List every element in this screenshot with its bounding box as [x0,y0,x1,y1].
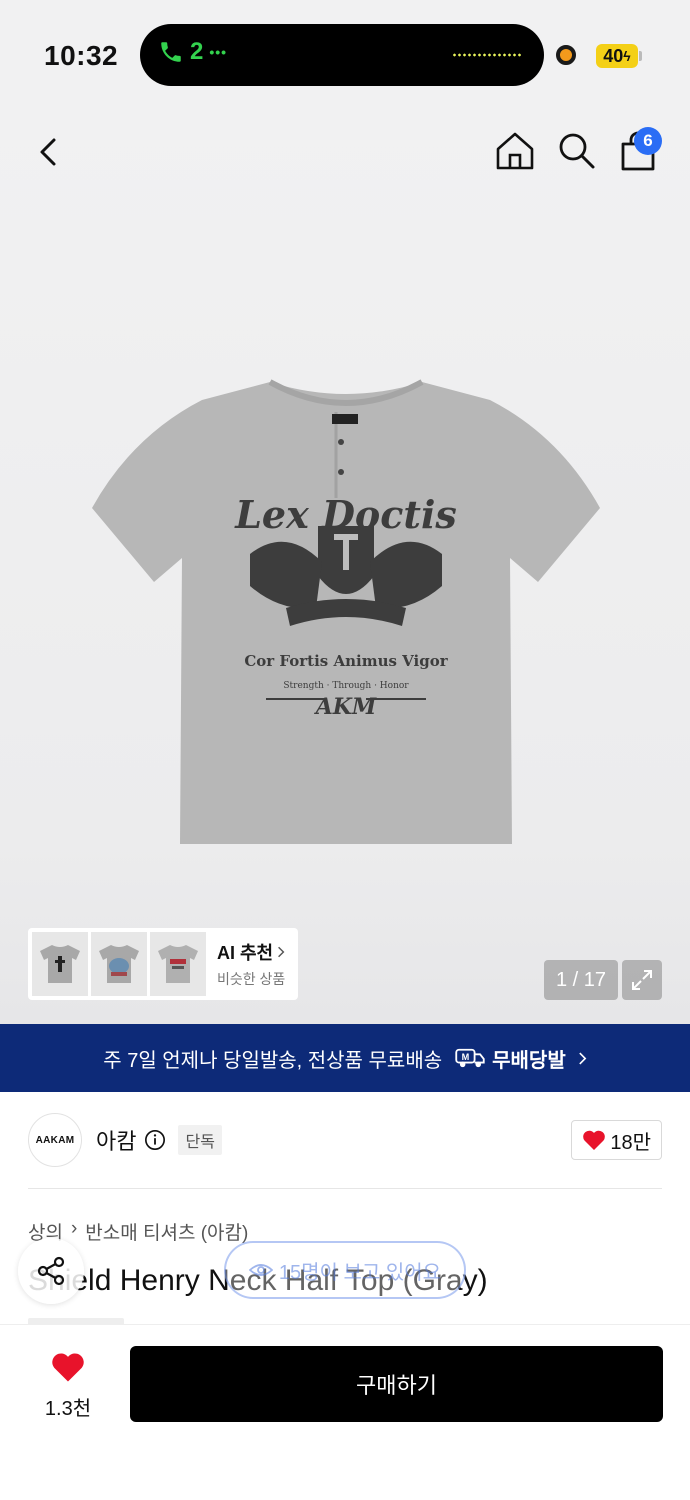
chevron-right-icon [278,946,285,958]
expand-icon [632,970,652,990]
recommend-thumb[interactable] [91,932,147,996]
ai-recommend-card[interactable]: AI 추천 비슷한 상품 [28,928,298,1000]
svg-text:Strength · Through · Honor: Strength · Through · Honor [283,681,409,691]
heart-icon [583,1130,606,1150]
status-bar: 10:32 2 ••• 40 ϟ [0,0,690,110]
tshirt-thumb-icon [40,945,80,983]
ai-recommend-label: AI 추천 [217,943,274,963]
eye-icon [248,1264,273,1276]
brand-like-count: 18만 [610,1131,651,1154]
charging-icon: ϟ [623,48,631,64]
svg-text:AKM: AKM [314,694,377,720]
recommend-thumb[interactable] [150,932,206,996]
image-counter: 1 / 17 [544,960,618,1000]
call-dots: ••• [209,44,228,60]
breadcrumb-separator-icon: › [70,1218,78,1239]
truck-icon: M [455,1048,485,1068]
share-button[interactable] [18,1238,84,1304]
battery-level: 40 [603,45,624,66]
call-indicator[interactable]: 2 ••• [158,38,227,66]
phone-icon [161,42,181,62]
back-arrow-icon[interactable] [34,132,66,172]
bottom-action-bar: 1.3천 구매하기 [0,1324,690,1500]
battery-indicator: 40 ϟ [596,44,638,68]
battery-cap [639,51,642,61]
tshirt-thumb-icon [158,945,198,983]
home-icon[interactable] [494,130,536,172]
info-icon[interactable] [144,1129,166,1151]
cart-count-badge: 6 [634,127,662,155]
call-count: 2 [190,38,204,65]
ai-recommend-title: AI 추천 [217,939,285,965]
brand-logo[interactable]: AAKAM [28,1113,82,1167]
tshirt-thumb-icon [99,945,139,983]
truck-icon-letter: M [462,1052,470,1062]
wishlist-button[interactable]: 1.3천 [32,1351,104,1421]
viewers-pill: 15명이 보고 있어요 [224,1241,466,1299]
viewers-text: 15명이 보고 있어요 [278,1261,442,1284]
heart-icon [52,1353,84,1382]
product-image[interactable]: Lex Doctis Cor Fortis Animus Vigor Stren… [90,376,602,848]
banner-tag: M 무배당발 [454,1044,566,1073]
recording-indicator [556,45,576,65]
ai-recommend-text[interactable]: AI 추천 비슷한 상품 [217,939,285,989]
brand-name[interactable]: 아캄 [96,1124,136,1156]
dynamic-island[interactable]: 2 ••• [140,24,544,86]
breadcrumb-subcategory[interactable]: 반소매 티셔츠 (아캄) [85,1218,248,1245]
banner-tag-label: 무배당발 [492,1049,566,1072]
ai-recommend-subtitle: 비슷한 상품 [217,971,286,987]
delivery-banner[interactable]: 주 7일 언제나 당일발송, 전상품 무료배송 M 무배당발 [0,1024,690,1092]
recommend-thumb[interactable] [32,932,88,996]
banner-text: 주 7일 언제나 당일발송, 전상품 무료배송 [103,1049,443,1072]
expand-button[interactable] [622,960,662,1000]
chevron-right-icon [578,1052,587,1064]
audio-indicator [452,53,522,57]
brand-row: AAKAM 아캄 단독 18만 [28,1112,662,1168]
buy-button[interactable]: 구매하기 [130,1346,663,1422]
search-icon[interactable] [556,130,596,170]
share-icon [37,1256,65,1286]
divider [28,1188,662,1189]
svg-text:Cor Fortis Animus Vigor: Cor Fortis Animus Vigor [244,652,448,670]
wishlist-count: 1.3천 [44,1398,92,1420]
exclusive-badge: 단독 [178,1125,222,1155]
product-gallery[interactable]: 6 Lex Doctis Cor Fortis Animus Vigor Str… [0,110,690,1024]
status-time: 10:32 [44,40,119,71]
brand-like-button[interactable]: 18만 [571,1120,662,1160]
